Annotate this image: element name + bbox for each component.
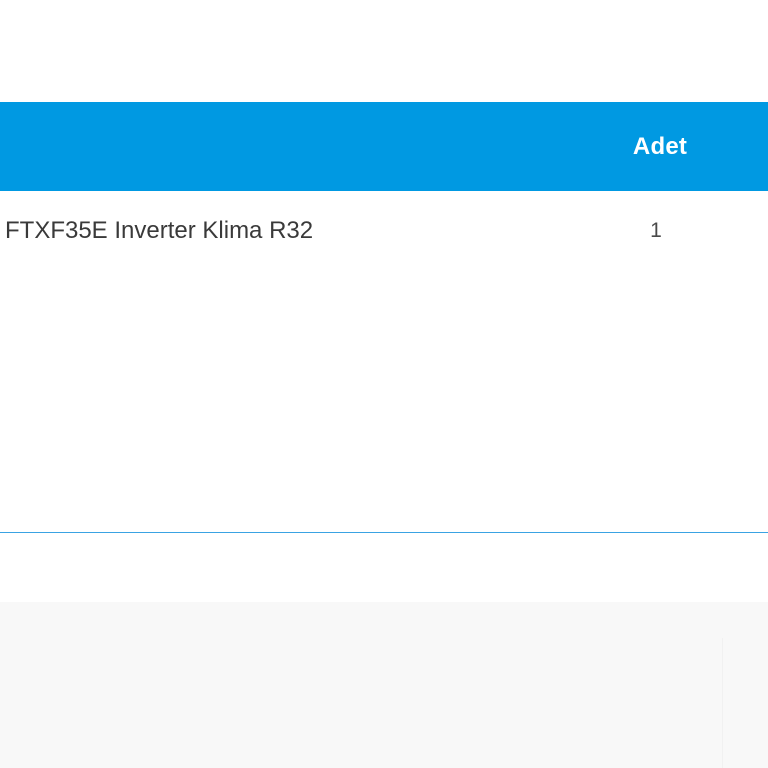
quantity-cell: 1 (650, 219, 662, 242)
table-row: FTXF35E Inverter Klima R32 1 (0, 191, 768, 279)
top-spacer (0, 0, 768, 102)
column-header-quantity: Adet (632, 132, 688, 160)
table-header: Adet (0, 102, 768, 191)
order-summary-page: Adet FTXF35E Inverter Klima R32 1 (0, 0, 768, 768)
section-gap (0, 533, 768, 602)
footer-divider (722, 638, 723, 768)
table-body: FTXF35E Inverter Klima R32 1 (0, 191, 768, 533)
product-name-cell: FTXF35E Inverter Klima R32 (5, 217, 314, 244)
footer-area (0, 602, 768, 768)
